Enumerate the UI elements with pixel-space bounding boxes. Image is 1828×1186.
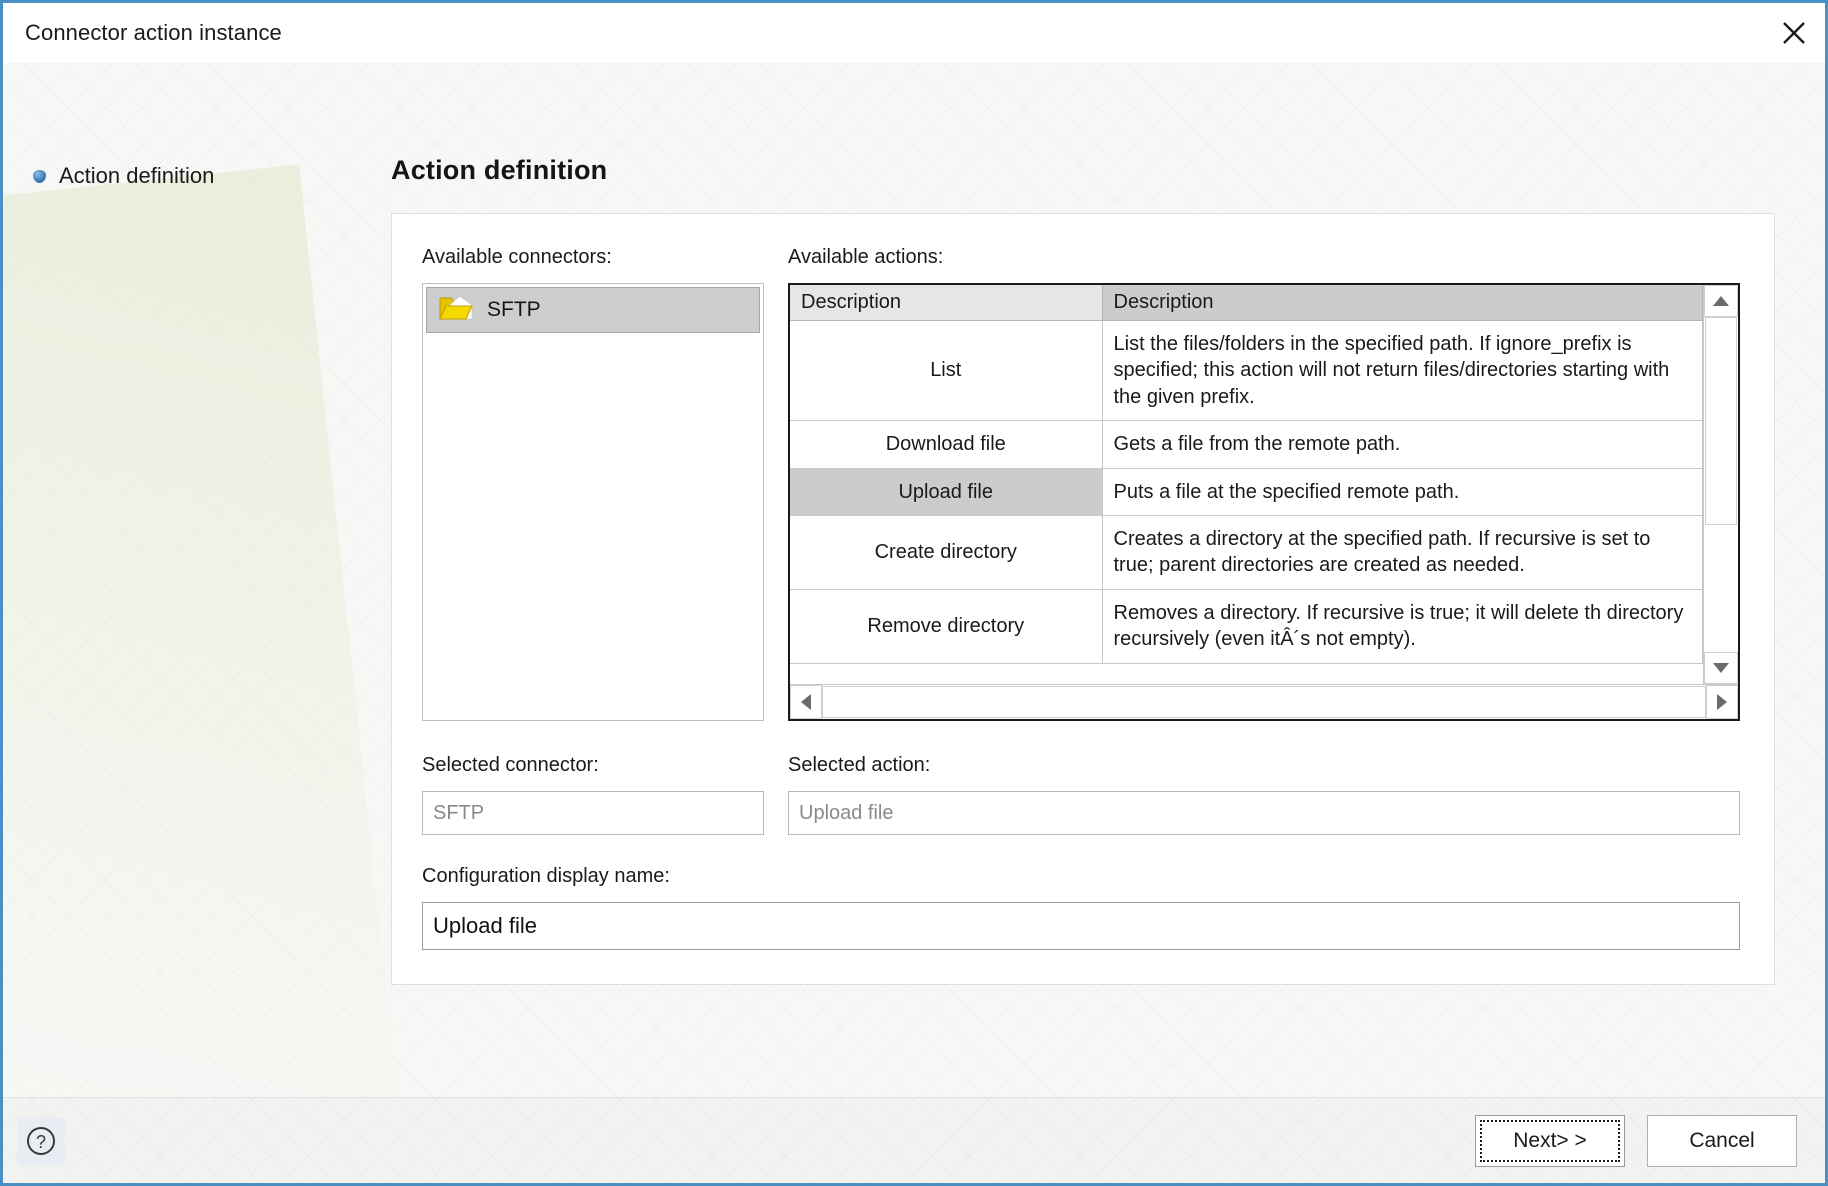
horizontal-scroll-thumb[interactable] (822, 686, 1706, 718)
cell-action-name: Create directory (790, 515, 1103, 590)
vertical-scroll-track[interactable] (1704, 317, 1738, 652)
available-actions-table-frame: Description Description List List the fi… (788, 283, 1740, 721)
dialog-footer: ? Next> > Cancel (3, 1097, 1825, 1183)
connector-action-instance-dialog: Connector action instance Action definit… (0, 0, 1828, 1186)
cell-action-description: Gets a file from the remote path. (1102, 420, 1703, 469)
table-viewport: Description Description List List the fi… (790, 285, 1703, 684)
horizontal-scroll-track[interactable] (822, 685, 1706, 719)
cancel-button[interactable]: Cancel (1647, 1114, 1797, 1167)
column-header-name[interactable]: Description (790, 285, 1103, 321)
table-vertical-scrollbar[interactable] (1703, 285, 1738, 684)
scroll-right-button[interactable] (1706, 685, 1738, 719)
table-horizontal-scrollbar[interactable] (790, 684, 1738, 719)
triangle-down-icon (1713, 663, 1729, 673)
selected-values-row: Selected connector: Selected action: (422, 754, 1740, 835)
configuration-display-name-input[interactable] (422, 902, 1740, 950)
table-header-row: Description Description (790, 285, 1703, 321)
table-row[interactable]: Remove directory Removes a directory. If… (790, 589, 1703, 664)
cell-action-name: Remove directory (790, 589, 1103, 664)
wizard-steps-nav: Action definition (3, 63, 391, 1097)
close-button[interactable] (1763, 5, 1825, 62)
form-panel: Available connectors: SFTP Available act… (391, 213, 1775, 985)
cell-action-description: Removes a directory. If recursive is tru… (1102, 589, 1703, 664)
selected-action-group: Selected action: (788, 754, 1740, 835)
cell-action-description: Puts a file at the specified remote path… (1102, 468, 1703, 516)
next-button[interactable]: Next> > (1475, 1114, 1625, 1167)
question-mark-icon: ? (27, 1126, 55, 1155)
sidebar-item-label: Action definition (59, 163, 215, 188)
cell-action-name: Upload file (790, 468, 1103, 516)
window-title: Connector action instance (25, 20, 282, 45)
cell-action-name: Download file (790, 420, 1103, 469)
available-actions-table: Description Description List List the fi… (790, 285, 1703, 664)
table-row[interactable]: Create directory Creates a directory at … (790, 515, 1703, 590)
dialog-body: Action definition Action definition Avai… (3, 63, 1825, 1183)
selected-connector-group: Selected connector: (422, 754, 764, 835)
list-item[interactable]: SFTP (426, 287, 760, 333)
scroll-down-button[interactable] (1704, 652, 1738, 684)
main-panel: Action definition Available connectors: (391, 63, 1825, 1097)
svg-text:?: ? (36, 1132, 46, 1152)
page-title: Action definition (391, 155, 608, 185)
selection-columns: Available connectors: SFTP Available act… (422, 246, 1740, 721)
scroll-up-button[interactable] (1704, 285, 1738, 317)
selected-action-label: Selected action: (788, 754, 931, 776)
vertical-scroll-thumb[interactable] (1705, 317, 1737, 525)
triangle-left-icon (801, 694, 811, 710)
sidebar-item-action-definition[interactable]: Action definition (3, 159, 391, 193)
table-row[interactable]: List List the files/folders in the speci… (790, 320, 1703, 422)
triangle-up-icon (1713, 296, 1729, 306)
configuration-display-name-group: Configuration display name: (422, 865, 1740, 950)
help-button[interactable]: ? (17, 1116, 65, 1165)
next-button-label: Next> > (1513, 1128, 1587, 1152)
footer-button-group: Next> > Cancel (1475, 1114, 1797, 1167)
available-connectors-section: Available connectors: SFTP (422, 246, 764, 721)
selected-connector-label: Selected connector: (422, 754, 599, 776)
folder-open-icon (439, 294, 473, 327)
available-actions-label: Available actions: (788, 246, 944, 268)
table-row[interactable]: Download file Gets a file from the remot… (790, 420, 1703, 469)
bullet-diamond-icon (33, 169, 46, 183)
available-actions-section: Available actions: Description Descripti… (788, 246, 1740, 721)
close-icon (1783, 22, 1805, 44)
column-header-description[interactable]: Description (1102, 285, 1703, 321)
table-body-row: Description Description List List the fi… (790, 285, 1738, 684)
content-row: Action definition Action definition Avai… (3, 63, 1825, 1097)
selected-connector-input[interactable] (422, 791, 764, 835)
cell-action-description: Creates a directory at the specified pat… (1102, 515, 1703, 590)
available-connectors-list[interactable]: SFTP (422, 283, 764, 721)
selected-action-input[interactable] (788, 791, 1740, 835)
cell-action-name: List (790, 320, 1103, 422)
triangle-right-icon (1717, 694, 1727, 710)
title-bar: Connector action instance (3, 3, 1825, 63)
table-body: List List the files/folders in the speci… (790, 320, 1703, 664)
cancel-button-label: Cancel (1689, 1128, 1755, 1152)
configuration-display-name-label: Configuration display name: (422, 865, 670, 887)
scroll-left-button[interactable] (790, 685, 822, 719)
table-row-selected[interactable]: Upload file Puts a file at the specified… (790, 468, 1703, 516)
list-item-label: SFTP (487, 298, 541, 321)
available-connectors-label: Available connectors: (422, 246, 612, 268)
cell-action-description: List the files/folders in the specified … (1102, 320, 1703, 422)
